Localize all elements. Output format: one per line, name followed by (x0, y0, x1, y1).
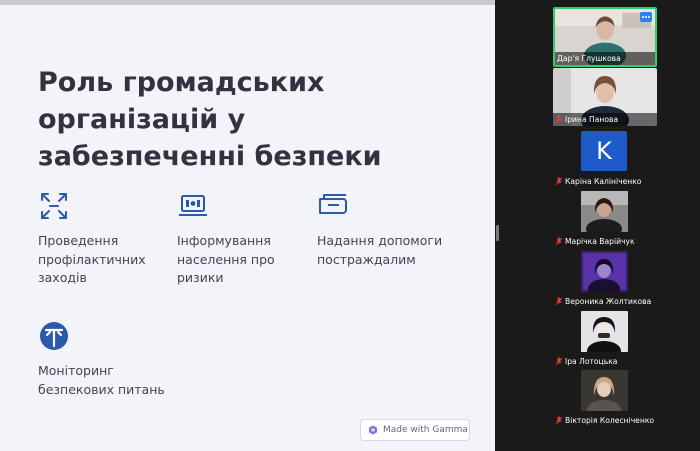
gamma-logo-icon (369, 425, 377, 435)
participant-name-bar: Марічка Варійчук (553, 235, 657, 248)
ticket-icon (319, 194, 347, 214)
more-options-button[interactable] (640, 12, 652, 22)
participant-name: Марічка Варійчук (565, 237, 635, 246)
participant-name: Ірина Панова (565, 115, 619, 124)
avatar (581, 370, 628, 411)
participant-tile-5[interactable]: Вероника Жолтикова (553, 250, 657, 308)
participant-name: Каріна Калініченко (565, 177, 642, 186)
participant-name-bar: Вероника Жолтикова (553, 295, 657, 308)
laptop-icon (179, 195, 207, 216)
split-resize-handle[interactable] (496, 225, 499, 241)
participant-tile-1[interactable]: Дар'я Глушкова (553, 7, 657, 67)
participant-tile-6[interactable]: Іра Лотоцька (553, 310, 657, 368)
participant-tile-3[interactable]: K Каріна Калініченко (553, 130, 657, 188)
feature-monitoring: Моніторинг безпекових питань (38, 320, 178, 399)
participant-name: Вікторія Колесніченко (565, 416, 655, 425)
muted-mic-icon (555, 115, 563, 124)
participant-name-bar: Дар'я Глушкова (555, 52, 655, 65)
participant-name: Дар'я Глушкова (557, 54, 621, 63)
slide-top-bar (0, 0, 495, 5)
feature-prevention: Проведення профілактичних заходів (38, 190, 178, 288)
feature-prevention-text: Проведення профілактичних заходів (38, 233, 146, 285)
participant-name-bar: Каріна Калініченко (553, 175, 657, 188)
made-with-gamma-badge[interactable]: Made with Gamma (360, 419, 470, 441)
avatar: K (581, 131, 627, 171)
slide-title: Роль громадських організацій у забезпече… (38, 67, 382, 172)
participant-name-bar: Ірина Панова (553, 113, 657, 126)
participant-name-bar: Вікторія Колесніченко (553, 414, 657, 427)
avatar (581, 311, 628, 352)
participant-tile-2[interactable]: Ірина Панова (553, 68, 657, 126)
participant-name: Вероника Жолтикова (565, 297, 652, 306)
muted-mic-icon (555, 416, 563, 425)
muted-mic-icon (555, 297, 563, 306)
monitoring-icon (40, 322, 68, 350)
muted-mic-icon (555, 237, 563, 246)
feature-assistance-text: Надання допомоги постраждалим (317, 233, 443, 267)
screen: Роль громадських організацій у забезпече… (0, 0, 700, 451)
participants-panel: Дар'я Глушкова Ірина Панова K Каріна Кал… (545, 0, 670, 451)
participant-tile-4[interactable]: Марічка Варійчук (553, 190, 657, 248)
muted-mic-icon (555, 357, 563, 366)
feature-monitoring-text: Моніторинг безпекових питань (38, 363, 165, 397)
feature-informing: Інформування населення про ризики (177, 190, 317, 288)
participant-tile-7[interactable]: Вікторія Колесніченко (553, 369, 657, 427)
gamma-badge-label: Made with Gamma (383, 425, 468, 435)
shared-slide: Роль громадських організацій у забезпече… (0, 0, 495, 451)
arrows-expand-icon (41, 193, 67, 219)
avatar (581, 191, 628, 232)
feature-assistance: Надання допомоги постраждалим (317, 190, 457, 269)
muted-mic-icon (555, 177, 563, 186)
participant-name: Іра Лотоцька (565, 357, 618, 366)
feature-informing-text: Інформування населення про ризики (177, 233, 275, 285)
avatar (581, 251, 628, 292)
participant-name-bar: Іра Лотоцька (553, 355, 657, 368)
